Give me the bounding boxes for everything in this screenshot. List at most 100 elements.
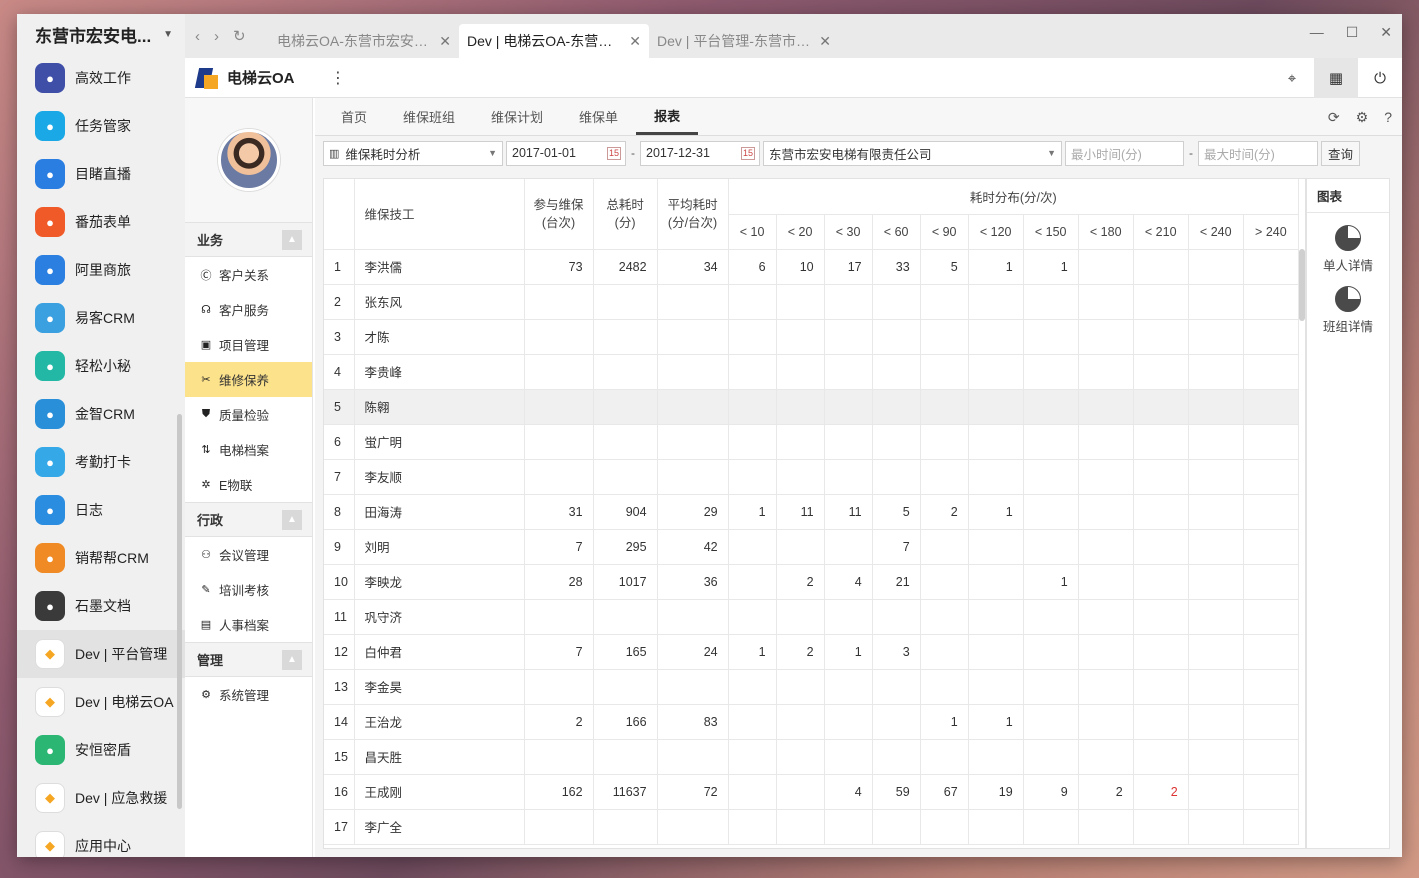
table-row[interactable]: 11 巩守济 <box>324 599 1300 635</box>
nav-item[interactable]: ▤ 人事档案 <box>185 607 312 642</box>
dock-scrollbar[interactable] <box>177 414 182 809</box>
table-row[interactable]: 1 李洪儒 73 2482 34 6 10 17 33 5 1 1 <box>324 249 1300 285</box>
org-switcher[interactable]: 东营市宏安电... ▼ <box>17 14 185 54</box>
gear-icon[interactable]: ⚙ <box>1356 109 1369 126</box>
dock-item[interactable]: ● 销帮帮CRM <box>17 534 185 582</box>
table-row[interactable]: 10 李映龙 28 1017 36 2 4 21 1 <box>324 564 1300 600</box>
bucket-header[interactable]: < 150 <box>1023 214 1079 250</box>
max-time-input[interactable]: 最大时间(分) <box>1198 140 1318 166</box>
total-header[interactable]: 总耗时 (分) <box>593 179 658 250</box>
close-icon[interactable]: ✕ <box>1380 24 1392 41</box>
apps-grid-icon[interactable]: ▦ <box>1314 58 1358 98</box>
table-scrollbar[interactable] <box>1299 249 1305 321</box>
module-tab[interactable]: 首页 <box>323 98 385 135</box>
minimize-icon[interactable]: — <box>1310 24 1324 41</box>
bucket-header[interactable]: < 210 <box>1133 214 1189 250</box>
nav-item[interactable]: ✂ 维修保养 <box>185 362 312 397</box>
bucket-header[interactable]: < 20 <box>776 214 825 250</box>
table-row[interactable]: 12 白仲君 7 165 24 1 2 1 3 <box>324 634 1300 670</box>
nav-item[interactable]: ⚇ 会议管理 <box>185 537 312 572</box>
nav-item[interactable]: Ⓒ 客户关系 <box>185 257 312 292</box>
close-tab-icon[interactable]: ✕ <box>629 33 641 50</box>
close-tab-icon[interactable]: ✕ <box>819 33 831 50</box>
dock-item[interactable]: ● 安恒密盾 <box>17 726 185 774</box>
bucket-header[interactable]: < 240 <box>1188 214 1244 250</box>
browser-tab[interactable]: Dev | 电梯云OA-东营市... ✕ <box>459 24 649 58</box>
more-menu-icon[interactable]: ⋮ <box>330 68 346 88</box>
map-icon[interactable]: ⌖ <box>1270 58 1314 98</box>
dock-item[interactable]: ● 金智CRM <box>17 390 185 438</box>
date-to-input[interactable]: 2017-12-31 15 <box>640 140 760 166</box>
report-type-select[interactable]: ▥ 维保耗时分析 ▼ <box>323 140 503 166</box>
bucket-header[interactable]: < 30 <box>824 214 873 250</box>
calendar-icon[interactable]: 15 <box>741 146 755 160</box>
bucket-header[interactable]: < 60 <box>872 214 921 250</box>
table-row[interactable]: 14 王治龙 2 166 83 1 1 <box>324 704 1300 740</box>
forward-icon[interactable]: › <box>214 28 219 45</box>
dock-item[interactable]: ● 番茄表单 <box>17 198 185 246</box>
nav-section-header[interactable]: 管理 ▲ <box>185 642 312 677</box>
collapse-icon[interactable]: ▲ <box>282 649 302 670</box>
table-row[interactable]: 5 陈翱 <box>324 389 1300 425</box>
collapse-icon[interactable]: ▲ <box>282 229 302 250</box>
chart-option[interactable]: 班组详情 <box>1307 286 1389 335</box>
maximize-icon[interactable]: ☐ <box>1346 24 1359 41</box>
nav-section-header[interactable]: 业务 ▲ <box>185 222 312 257</box>
dock-item[interactable]: ◆ Dev | 应急救援 <box>17 774 185 822</box>
app-logo[interactable]: 电梯云OA <box>185 66 330 90</box>
dock-item[interactable]: ● 高效工作 <box>17 54 185 102</box>
nav-item[interactable]: ⛊ 质量检验 <box>185 397 312 432</box>
bucket-header[interactable]: < 120 <box>968 214 1024 250</box>
chart-option[interactable]: 单人详情 <box>1307 225 1389 274</box>
bucket-header[interactable]: > 240 <box>1243 214 1300 250</box>
nav-section-header[interactable]: 行政 ▲ <box>185 502 312 537</box>
browser-tab[interactable]: Dev | 平台管理-东营市宏... ✕ <box>649 24 839 58</box>
nav-item[interactable]: ✲ E物联 <box>185 467 312 502</box>
table-row[interactable]: 15 昌天胜 <box>324 739 1300 775</box>
nav-item[interactable]: ✎ 培训考核 <box>185 572 312 607</box>
dock-item[interactable]: ● 日志 <box>17 486 185 534</box>
browser-tab[interactable]: 电梯云OA-东营市宏安电... ✕ <box>269 24 459 58</box>
reload-icon[interactable]: ↻ <box>233 27 246 45</box>
dock-item[interactable]: ◆ Dev | 电梯云OA <box>17 678 185 726</box>
module-tab[interactable]: 维保单 <box>561 98 636 135</box>
count-header[interactable]: 参与维保 (台次) <box>524 179 594 250</box>
collapse-icon[interactable]: ▲ <box>282 509 302 530</box>
bucket-header[interactable]: < 180 <box>1078 214 1134 250</box>
dock-item[interactable]: ◆ 应用中心 <box>17 822 185 857</box>
module-tab[interactable]: 维保计划 <box>473 98 561 135</box>
table-row[interactable]: 13 李金昊 <box>324 669 1300 705</box>
calendar-icon[interactable]: 15 <box>607 146 621 160</box>
avatar[interactable] <box>217 129 280 191</box>
table-row[interactable]: 2 张东风 <box>324 284 1300 320</box>
tech-header[interactable]: 维保技工 <box>354 179 525 250</box>
back-icon[interactable]: ‹ <box>195 28 200 45</box>
table-row[interactable]: 8 田海涛 31 904 29 1 11 11 5 2 1 <box>324 494 1300 530</box>
bucket-header[interactable]: < 90 <box>920 214 969 250</box>
dock-item[interactable]: ● 轻松小秘 <box>17 342 185 390</box>
dock-item[interactable]: ● 任务管家 <box>17 102 185 150</box>
nav-item[interactable]: ⚙ 系统管理 <box>185 677 312 712</box>
dock-item[interactable]: ● 考勤打卡 <box>17 438 185 486</box>
table-row[interactable]: 3 才陈 <box>324 319 1300 355</box>
query-button[interactable]: 查询 <box>1321 140 1361 166</box>
table-row[interactable]: 7 李友顺 <box>324 459 1300 495</box>
company-select[interactable]: 东营市宏安电梯有限责任公司 ▼ <box>763 140 1062 166</box>
table-row[interactable]: 16 王成刚 162 11637 72 4 59 67 19 9 2 2 <box>324 774 1300 810</box>
help-icon[interactable]: ? <box>1384 109 1392 125</box>
bucket-header[interactable]: < 10 <box>728 214 777 250</box>
refresh-icon[interactable]: ⟳ <box>1328 109 1340 126</box>
dock-item[interactable]: ● 易客CRM <box>17 294 185 342</box>
power-icon[interactable]: ⏻ <box>1358 58 1402 98</box>
table-row[interactable]: 6 蛍广明 <box>324 424 1300 460</box>
table-row[interactable]: 4 李贵峰 <box>324 354 1300 390</box>
table-row[interactable]: 17 李广全 <box>324 809 1300 845</box>
close-tab-icon[interactable]: ✕ <box>439 33 451 50</box>
avg-header[interactable]: 平均耗时 (分/台次) <box>657 179 729 250</box>
nav-item[interactable]: ⇅ 电梯档案 <box>185 432 312 467</box>
dock-item[interactable]: ◆ Dev | 平台管理 <box>17 630 185 678</box>
table-row[interactable]: 9 刘明 7 295 42 7 <box>324 529 1300 565</box>
date-from-input[interactable]: 2017-01-01 15 <box>506 140 626 166</box>
module-tab[interactable]: 维保班组 <box>385 98 473 135</box>
nav-item[interactable]: ☊ 客户服务 <box>185 292 312 327</box>
